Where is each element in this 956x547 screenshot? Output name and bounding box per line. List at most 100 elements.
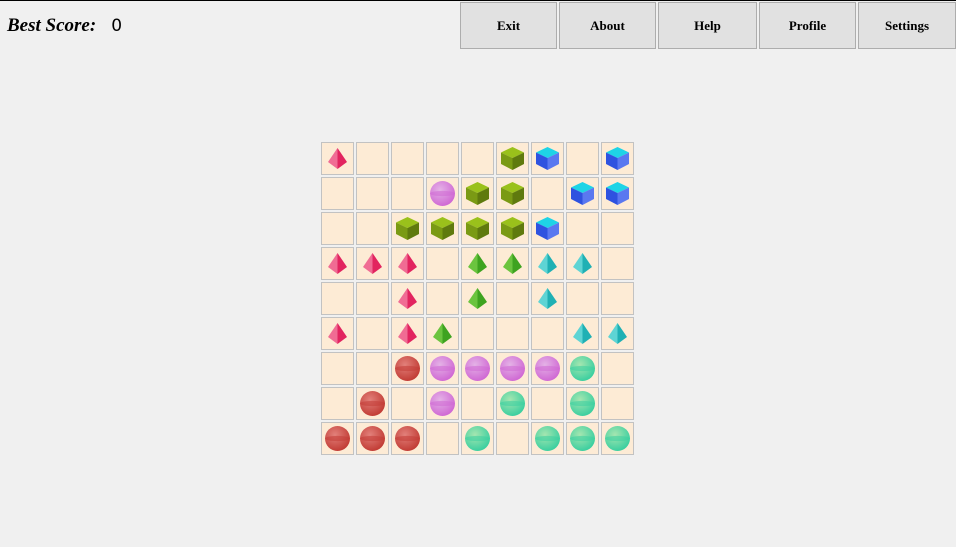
teal-pyramid-icon	[573, 323, 592, 344]
board-cell[interactable]	[461, 247, 494, 280]
settings-button[interactable]: Settings	[858, 2, 956, 49]
board-cell[interactable]	[496, 352, 529, 385]
olive-cube-icon	[501, 182, 524, 205]
board-cell[interactable]	[531, 282, 564, 315]
board-cell[interactable]	[426, 282, 459, 315]
board-cell[interactable]	[391, 177, 424, 210]
board-cell[interactable]	[601, 387, 634, 420]
board-cell[interactable]	[426, 212, 459, 245]
pink-pyramid-icon	[328, 253, 347, 274]
board-cell[interactable]	[566, 352, 599, 385]
green-pyramid-icon	[468, 288, 487, 309]
board-cell[interactable]	[601, 142, 634, 175]
board-cell[interactable]	[356, 177, 389, 210]
board-cell[interactable]	[566, 212, 599, 245]
board-cell[interactable]	[426, 387, 459, 420]
board-cell[interactable]	[321, 177, 354, 210]
board-cell[interactable]	[496, 387, 529, 420]
board-cell[interactable]	[391, 282, 424, 315]
board-cell[interactable]	[356, 247, 389, 280]
blue-cube-icon	[536, 217, 559, 240]
board-cell[interactable]	[496, 177, 529, 210]
board-cell[interactable]	[531, 422, 564, 455]
board-cell[interactable]	[601, 317, 634, 350]
board-cell[interactable]	[601, 247, 634, 280]
mint-sphere-icon	[605, 426, 630, 451]
board-cell[interactable]	[531, 177, 564, 210]
board-cell[interactable]	[566, 142, 599, 175]
olive-cube-icon	[501, 147, 524, 170]
board-cell[interactable]	[321, 317, 354, 350]
board-cell[interactable]	[601, 177, 634, 210]
board-cell[interactable]	[601, 352, 634, 385]
board-cell[interactable]	[356, 212, 389, 245]
board-cell[interactable]	[321, 142, 354, 175]
green-pyramid-icon	[503, 253, 522, 274]
exit-button[interactable]: Exit	[460, 2, 557, 49]
board-cell[interactable]	[426, 177, 459, 210]
board-cell[interactable]	[356, 422, 389, 455]
board-cell[interactable]	[531, 212, 564, 245]
board-cell[interactable]	[391, 317, 424, 350]
board-cell[interactable]	[496, 422, 529, 455]
board-cell[interactable]	[391, 422, 424, 455]
board-cell[interactable]	[601, 282, 634, 315]
board-cell[interactable]	[461, 212, 494, 245]
green-pyramid-icon	[433, 323, 452, 344]
board-cell[interactable]	[566, 387, 599, 420]
board-cell[interactable]	[356, 352, 389, 385]
red-sphere-icon	[360, 426, 385, 451]
board-cell[interactable]	[496, 317, 529, 350]
board-cell[interactable]	[566, 422, 599, 455]
red-sphere-icon	[325, 426, 350, 451]
teal-pyramid-icon	[573, 253, 592, 274]
board-cell[interactable]	[461, 282, 494, 315]
board-cell[interactable]	[426, 317, 459, 350]
board-cell[interactable]	[461, 387, 494, 420]
help-button[interactable]: Help	[658, 2, 757, 49]
profile-button[interactable]: Profile	[759, 2, 856, 49]
board-cell[interactable]	[391, 387, 424, 420]
board-cell[interactable]	[321, 247, 354, 280]
board-cell[interactable]	[321, 282, 354, 315]
board-cell[interactable]	[321, 422, 354, 455]
board-cell[interactable]	[531, 317, 564, 350]
board-cell[interactable]	[426, 352, 459, 385]
teal-pyramid-icon	[538, 288, 557, 309]
board-cell[interactable]	[601, 422, 634, 455]
board-cell[interactable]	[566, 247, 599, 280]
board-cell[interactable]	[356, 142, 389, 175]
board-cell[interactable]	[321, 352, 354, 385]
board-cell[interactable]	[461, 352, 494, 385]
board-cell[interactable]	[391, 352, 424, 385]
board-cell[interactable]	[496, 212, 529, 245]
about-button[interactable]: About	[559, 2, 656, 49]
board-cell[interactable]	[356, 387, 389, 420]
board-cell[interactable]	[496, 142, 529, 175]
board-cell[interactable]	[531, 142, 564, 175]
board-cell[interactable]	[426, 247, 459, 280]
board-cell[interactable]	[566, 317, 599, 350]
board-cell[interactable]	[496, 282, 529, 315]
board-cell[interactable]	[461, 142, 494, 175]
board-cell[interactable]	[391, 247, 424, 280]
violet-sphere-icon	[535, 356, 560, 381]
board-cell[interactable]	[391, 142, 424, 175]
board-cell[interactable]	[531, 247, 564, 280]
board-cell[interactable]	[566, 177, 599, 210]
board-cell[interactable]	[461, 422, 494, 455]
board-cell[interactable]	[426, 422, 459, 455]
board-cell[interactable]	[461, 177, 494, 210]
board-cell[interactable]	[496, 247, 529, 280]
board-cell[interactable]	[356, 317, 389, 350]
board-cell[interactable]	[461, 317, 494, 350]
board-cell[interactable]	[531, 387, 564, 420]
board-cell[interactable]	[566, 282, 599, 315]
board-cell[interactable]	[391, 212, 424, 245]
board-cell[interactable]	[601, 212, 634, 245]
board-cell[interactable]	[321, 387, 354, 420]
board-cell[interactable]	[426, 142, 459, 175]
board-cell[interactable]	[321, 212, 354, 245]
board-cell[interactable]	[356, 282, 389, 315]
board-cell[interactable]	[531, 352, 564, 385]
